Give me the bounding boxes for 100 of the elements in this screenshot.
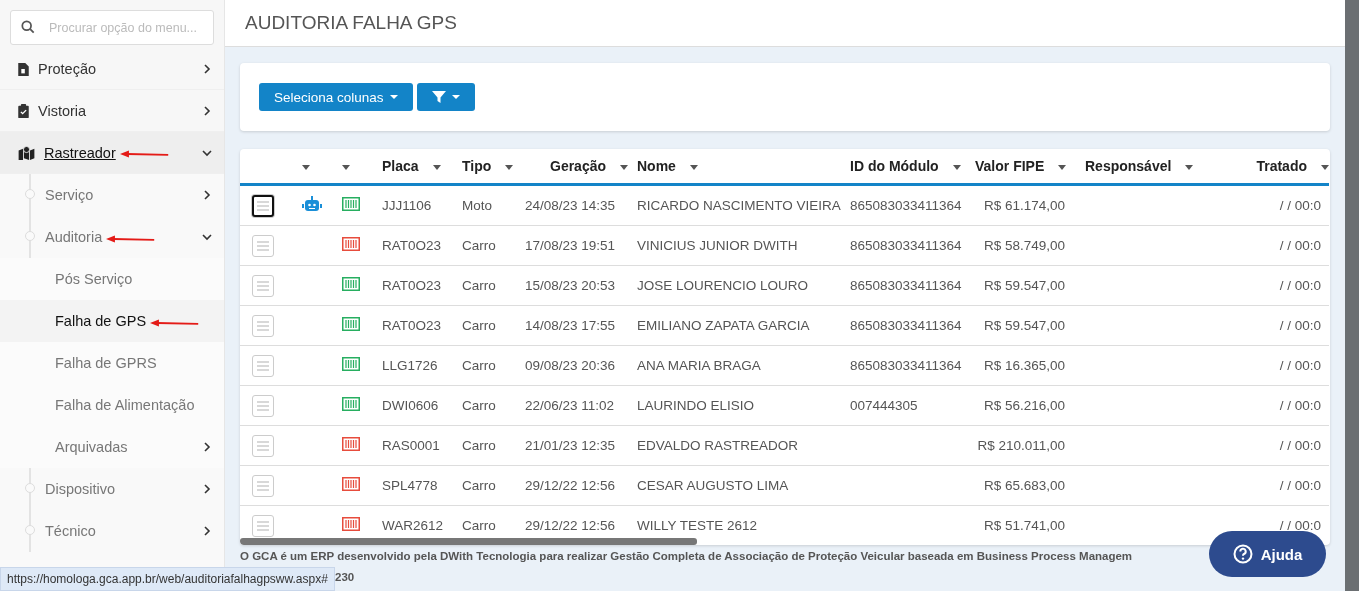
table-cell: / / 00:0 xyxy=(1279,278,1321,293)
table-cell: R$ 58.749,00 xyxy=(983,238,1065,253)
menu-item[interactable]: Arquivadas xyxy=(0,426,224,468)
table-cell: 865083033411364 xyxy=(850,198,962,213)
table-cell: ANA MARIA BRAGA xyxy=(637,358,761,373)
table-cell: / / 00:0 xyxy=(1279,478,1321,493)
column-header[interactable]: Nome xyxy=(637,158,676,174)
table-cell: Carro xyxy=(462,438,496,453)
page-title: AUDITORIA FALHA GPS xyxy=(245,12,457,34)
sort-caret-icon[interactable] xyxy=(689,164,698,170)
table-cell: 24/08/23 14:35 xyxy=(525,198,616,213)
footer-text: O GCA é um ERP desenvolvido pela DWith Tecnologia para realizar Gestão Completa de Associação de Proteção Veicular baseada em Business Process Managem xyxy=(240,549,1133,564)
table-cell: RAT0O23 xyxy=(382,238,442,253)
table-cell: 007444305 xyxy=(850,398,918,413)
sort-caret-icon[interactable] xyxy=(1185,164,1194,170)
help-icon xyxy=(1232,544,1253,564)
caret-icon xyxy=(389,95,398,99)
menu-item-label: Auditoria xyxy=(45,229,103,245)
column-header[interactable]: Responsável xyxy=(1085,158,1172,174)
menu-item-label: Falha de Alimentação xyxy=(55,397,195,413)
table-cell: 22/06/23 11:02 xyxy=(525,398,615,413)
menu-item[interactable]: Falha de GPS xyxy=(0,300,224,342)
menu-lines-icon xyxy=(257,400,269,411)
table-cell: R$ 16.365,00 xyxy=(983,358,1065,373)
row-menu-button[interactable] xyxy=(252,194,274,217)
menu-lines-icon xyxy=(257,480,269,491)
column-header[interactable]: Placa xyxy=(382,158,419,174)
table-cell: 14/08/23 17:55 xyxy=(525,318,616,333)
menu-item-label: Falha de GPRS xyxy=(55,355,157,371)
column-header[interactable]: ID do Módulo xyxy=(850,158,939,174)
timeline-dot-icon xyxy=(25,231,35,241)
filter-icon xyxy=(431,90,446,104)
menu-lines-icon xyxy=(257,240,269,251)
column-header[interactable]: Valor FIPE xyxy=(975,158,1045,174)
table-cell: VINICIUS JUNIOR DWITH xyxy=(637,238,798,253)
sort-caret-icon[interactable] xyxy=(1058,164,1067,170)
table-cell: Carro xyxy=(462,358,496,373)
help-button[interactable]: Ajuda xyxy=(1209,531,1326,577)
table-cell: / / 00:0 xyxy=(1279,398,1321,413)
table-cell: 21/01/23 12:35 xyxy=(525,438,616,453)
menu-lines-icon xyxy=(257,360,269,371)
status-bar-url: https://homologa.gca.app.br/web/auditoriafalhagpsww.aspx# xyxy=(0,567,335,591)
menu-item-label: Dispositivo xyxy=(45,481,116,497)
menu-item[interactable]: Rastreador xyxy=(0,132,224,174)
table-cell: SPL4778 xyxy=(382,478,438,493)
table-cell: JJJ1106 xyxy=(382,198,432,213)
menu-item[interactable]: Proteção xyxy=(0,48,224,90)
table-cell: WILLY TESTE 2612 xyxy=(637,518,758,533)
column-header[interactable]: Tratado xyxy=(1256,158,1307,174)
table-cell: WAR2612 xyxy=(382,518,444,533)
table-cell: 865083033411364 xyxy=(850,238,962,253)
table-cell: Carro xyxy=(462,238,496,253)
sort-caret-icon[interactable] xyxy=(620,164,629,170)
table-cell: JOSE LOURENCIO LOURO xyxy=(637,278,809,293)
table-cell: R$ 61.174,00 xyxy=(983,198,1065,213)
menu-item[interactable]: Pós Serviço xyxy=(0,258,224,300)
menu-item[interactable]: Falha de GPRS xyxy=(0,342,224,384)
timeline-dot-icon xyxy=(25,525,35,535)
sort-caret-icon[interactable] xyxy=(342,164,350,170)
table-cell: 17/08/23 19:51 xyxy=(525,238,616,253)
menu-item-label: Arquivadas xyxy=(55,439,128,455)
sort-caret-icon[interactable] xyxy=(505,164,514,170)
horizontal-scrollbar[interactable] xyxy=(240,538,697,545)
menu-item-label: Vistoria xyxy=(38,102,87,119)
table-cell: 865083033411364 xyxy=(850,358,962,373)
search-icon xyxy=(21,20,35,34)
table-cell: Carro xyxy=(462,398,496,413)
sort-caret-icon[interactable] xyxy=(1321,164,1329,170)
menu-lines-icon xyxy=(257,200,269,211)
table-cell: R$ 210.011,00 xyxy=(977,438,1065,453)
table-cell: RAT0O23 xyxy=(382,278,442,293)
table-cell: Moto xyxy=(462,198,492,213)
sort-caret-icon[interactable] xyxy=(302,164,310,170)
table-cell: DWI0606 xyxy=(382,398,439,413)
table-cell: R$ 65.683,00 xyxy=(983,478,1065,493)
table-cell: R$ 56.216,00 xyxy=(983,398,1065,413)
column-header[interactable]: Tipo xyxy=(462,158,492,174)
page-scrollbar[interactable] xyxy=(1345,0,1359,591)
table-cell: 865083033411364 xyxy=(850,278,962,293)
menu-item-label: Pós Serviço xyxy=(55,271,133,287)
table-cell: RICARDO NASCIMENTO VIEIRA xyxy=(637,198,841,213)
clipboard-icon xyxy=(18,103,29,118)
menu-item-label: Técnico xyxy=(45,523,96,539)
table-cell: 09/08/23 20:36 xyxy=(525,358,616,373)
menu-lines-icon xyxy=(257,440,269,451)
table-cell: R$ 59.547,00 xyxy=(983,318,1065,333)
menu-lines-icon xyxy=(257,280,269,291)
filter-button[interactable] xyxy=(416,83,475,111)
sort-caret-icon[interactable] xyxy=(952,164,961,170)
search-field[interactable]: Procurar opção do menu... xyxy=(10,10,214,45)
table-cell: / / 00:0 xyxy=(1279,518,1321,533)
table-cell: Carro xyxy=(462,518,496,533)
select-columns-button[interactable]: Seleciona colunas xyxy=(259,83,413,111)
table-cell: / / 00:0 xyxy=(1279,238,1321,253)
map-icon xyxy=(18,145,35,160)
table-cell: 29/12/22 12:56 xyxy=(525,518,616,533)
table-cell: LAURINDO ELISIO xyxy=(637,398,755,413)
sort-caret-icon[interactable] xyxy=(432,164,441,170)
column-header[interactable]: Geração xyxy=(550,158,607,174)
menu-item[interactable]: Falha de Alimentação xyxy=(0,384,224,426)
